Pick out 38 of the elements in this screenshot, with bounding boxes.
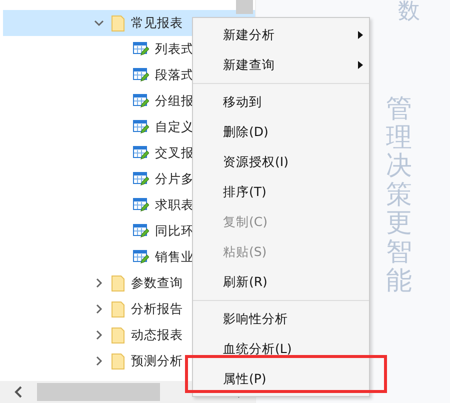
folder-icon [111,14,125,32]
menu-item[interactable]: 属性(P) [193,364,369,394]
tree-item-label: 动态报表 [131,326,183,344]
menu-item[interactable]: 资源授权(I) [193,147,369,177]
menu-item[interactable]: 排序(T) [193,177,369,207]
tree-item-label: 交叉报 [155,144,194,162]
tree-item-label: 求职表 [155,196,194,214]
menu-item[interactable]: 删除(D) [193,117,369,147]
report-edit-icon [133,68,149,82]
report-edit-icon [133,120,149,134]
folder-icon [111,352,125,370]
scroll-left-icon[interactable] [14,386,22,398]
report-edit-icon [133,94,149,108]
menu-item[interactable]: 刷新(R) [193,267,369,297]
background-text: 数 [398,0,420,24]
background-slogan: 管理决策更智能 [386,95,412,296]
tree-item-label: 分片多 [155,170,194,188]
tree-item-label: 分析报告 [131,300,183,318]
menu-item[interactable]: 移动到 [193,87,369,117]
report-edit-icon [133,250,149,264]
folder-icon [111,300,125,318]
tree-item-label: 销售业 [155,248,194,266]
report-edit-icon [133,224,149,238]
report-edit-icon [133,146,149,160]
report-edit-icon [133,42,149,56]
tree-item-label: 常见报表 [131,14,183,32]
folder-icon [111,326,125,344]
report-edit-icon [133,172,149,186]
menu-item[interactable]: 影响性分析 [193,304,369,334]
tree-item-label: 预测分析 [131,352,183,370]
tree-item-label: 自定义 [155,118,194,136]
tree-item-label: 参数查询 [131,274,183,292]
tree-item-label: 同比环 [155,222,194,240]
folder-icon [111,274,125,292]
tree-item-label: 分组报 [155,92,194,110]
report-edit-icon [133,198,149,212]
menu-item[interactable]: 新建查询 [193,50,369,80]
menu-item[interactable]: 血统分析(L) [193,334,369,364]
